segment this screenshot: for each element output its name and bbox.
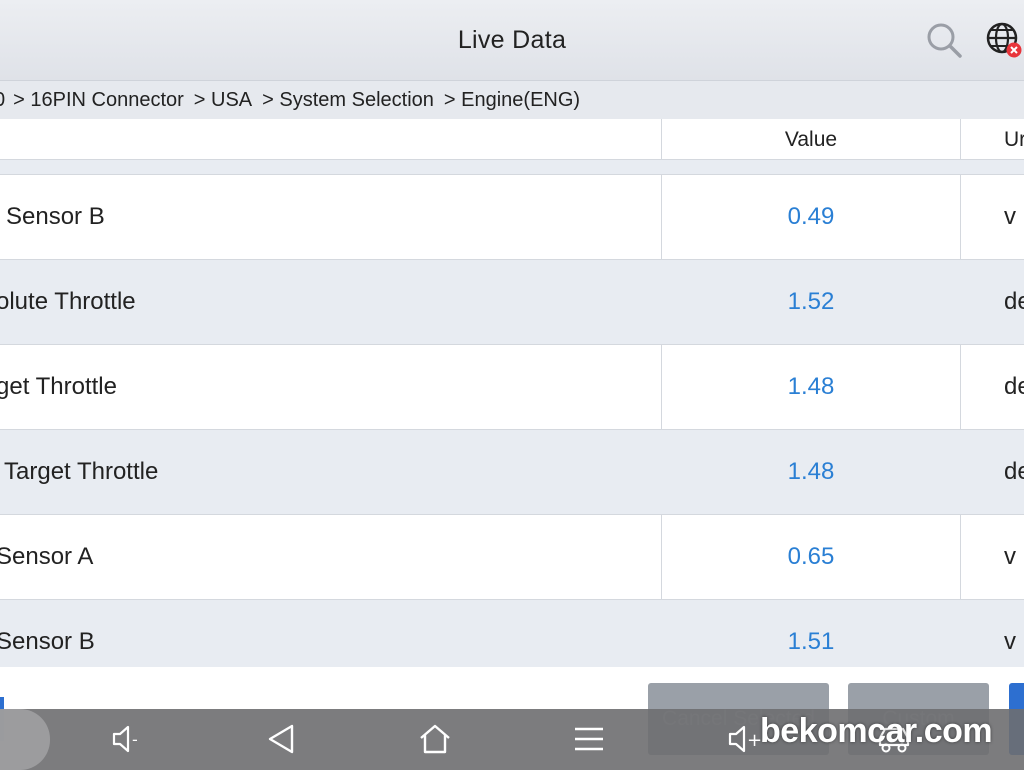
parameter-value: 1.52 (787, 288, 835, 315)
table-header: Value Ur (0, 119, 1024, 160)
table-row[interactable]: Sensor B 0.49 v (0, 175, 1024, 260)
parameter-value: 0.65 (787, 543, 835, 570)
breadcrumb-item[interactable]: 0 (0, 89, 5, 112)
live-data-list[interactable]: Sensor B0.49volute Throttle1.52deget Thr… (0, 175, 1024, 667)
breadcrumb: 0 > 16PIN Connector > USA > System Selectio… (0, 81, 1024, 119)
table-row[interactable]: Sensor A 0.65 v (0, 515, 1024, 600)
parameter-unit: v (1004, 203, 1016, 230)
parameter-name: Sensor B (6, 203, 105, 230)
title-bar: Live Data (0, 0, 1024, 81)
volume-up-icon[interactable]: + (724, 721, 764, 757)
breadcrumb-item[interactable]: > USA (194, 89, 252, 112)
parameter-name: Sensor A (0, 543, 94, 570)
parameter-name: get Throttle (0, 373, 117, 400)
table-row[interactable]: get Throttle 1.48 de (0, 345, 1024, 430)
parameter-value: 0.49 (787, 203, 835, 230)
parameter-name: Sensor B (0, 628, 95, 655)
back-icon[interactable] (262, 721, 302, 757)
scrolled-row-remnant (0, 160, 1024, 175)
svg-text:-: - (132, 730, 138, 749)
parameter-name: Target Throttle (4, 458, 159, 485)
parameter-unit: de (1004, 288, 1024, 315)
parameter-unit: de (1004, 373, 1024, 400)
parameter-unit: v (1004, 543, 1016, 570)
column-header-value: Value (784, 128, 838, 151)
volume-down-icon[interactable]: - (108, 721, 148, 757)
breadcrumb-item[interactable]: > Engine(ENG) (444, 89, 580, 112)
table-row[interactable]: Target Throttle 1.48 de (0, 430, 1024, 515)
parameter-value: 1.48 (787, 373, 835, 400)
breadcrumb-item[interactable]: > System Selection (262, 89, 434, 112)
parameter-unit: de (1004, 458, 1024, 485)
nav-pill[interactable] (0, 709, 50, 770)
watermark-logo: bekomcar.com (760, 712, 993, 750)
parameter-value: 1.48 (787, 458, 835, 485)
network-disconnected-icon[interactable] (984, 20, 1024, 60)
breadcrumb-item[interactable]: > 16PIN Connector (13, 89, 184, 112)
parameter-value: 1.51 (787, 628, 835, 655)
home-icon[interactable] (415, 721, 455, 757)
page-title: Live Data (457, 26, 567, 54)
column-header-unit: Ur (1004, 128, 1024, 151)
table-row[interactable]: olute Throttle 1.52 de (0, 260, 1024, 345)
table-row[interactable]: Sensor B 1.51 v (0, 600, 1024, 667)
parameter-name: olute Throttle (0, 288, 136, 315)
search-icon[interactable] (924, 20, 964, 60)
parameter-unit: v (1004, 628, 1016, 655)
menu-icon[interactable] (569, 721, 609, 757)
